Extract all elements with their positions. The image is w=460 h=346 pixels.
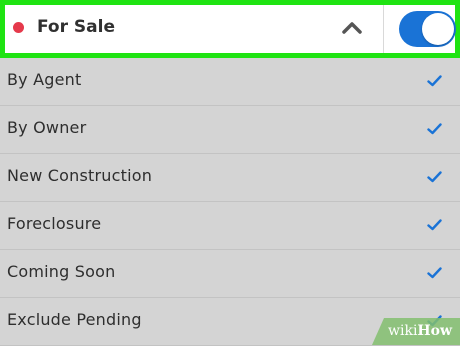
header-divider — [383, 5, 384, 53]
list-item-foreclosure[interactable]: Foreclosure — [0, 202, 460, 250]
chevron-up-icon[interactable] — [341, 19, 363, 35]
list-item-by-agent[interactable]: By Agent — [0, 58, 460, 106]
option-label: Coming Soon — [7, 262, 116, 281]
for-sale-header[interactable]: For Sale — [0, 0, 460, 58]
watermark-suffix: How — [417, 323, 453, 339]
watermark-prefix: wiki — [388, 323, 418, 339]
for-sale-title: For Sale — [37, 17, 115, 37]
status-dot-icon — [13, 22, 24, 33]
wikihow-watermark: wikiHow — [372, 318, 460, 345]
option-label: New Construction — [7, 166, 153, 185]
sale-type-list: By Agent By Owner New Construction Forec… — [0, 58, 460, 346]
option-label: Foreclosure — [7, 214, 102, 233]
option-label: Exclude Pending — [7, 310, 142, 329]
list-item-coming-soon[interactable]: Coming Soon — [0, 250, 460, 298]
checkmark-icon — [427, 171, 442, 183]
checkmark-icon — [427, 75, 442, 87]
option-label: By Owner — [7, 118, 87, 137]
checkmark-icon — [427, 267, 442, 279]
list-item-new-construction[interactable]: New Construction — [0, 154, 460, 202]
for-sale-toggle[interactable] — [399, 11, 456, 47]
checkmark-icon — [427, 123, 442, 135]
list-item-by-owner[interactable]: By Owner — [0, 106, 460, 154]
watermark-text: wikiHow — [388, 322, 452, 340]
checkmark-icon — [427, 219, 442, 231]
option-label: By Agent — [7, 70, 82, 89]
toggle-knob — [422, 13, 454, 45]
